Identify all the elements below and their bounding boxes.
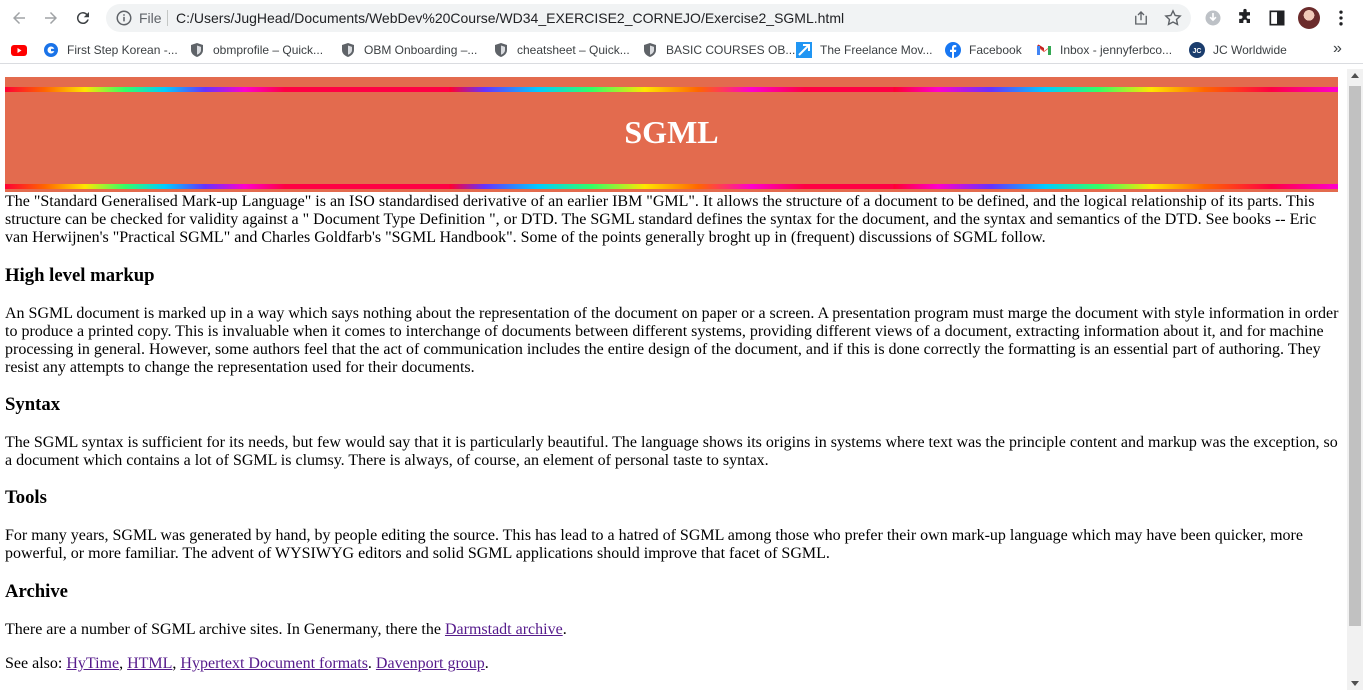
page-title: SGML — [624, 114, 719, 150]
shield-icon — [342, 43, 354, 57]
arrow-right-icon — [45, 12, 57, 24]
bookmark-jc-worldwide[interactable]: JC JC Worldwide — [1189, 41, 1287, 59]
section-heading-tools: Tools — [5, 487, 47, 508]
freelance-icon — [796, 42, 812, 58]
see-also-paragraph: See also: HyTime, HTML, Hypertext Docume… — [5, 655, 1339, 673]
url-text[interactable]: C:/Users/JugHead/Documents/WebDev%20Cour… — [176, 10, 844, 26]
see-also-separator: , — [119, 655, 128, 672]
intro-paragraph: The "Standard Generalised Mark-up Langua… — [5, 193, 1317, 246]
bookmark-label: BASIC COURSES OB... — [666, 43, 796, 57]
bookmark-gmail-inbox[interactable]: Inbox - jennyferbco... — [1036, 41, 1172, 59]
bookmark-cheatsheet[interactable]: cheatsheet – Quick... — [493, 41, 630, 59]
bookmark-obm-onboarding[interactable]: OBM Onboarding –... — [340, 41, 477, 59]
facebook-icon — [945, 42, 961, 58]
star-icon[interactable] — [1163, 8, 1183, 28]
page-header-banner: SGML — [5, 77, 1338, 192]
vertical-scrollbar[interactable] — [1347, 69, 1363, 690]
archive-text-after: . — [562, 621, 567, 638]
bookmark-freelance[interactable]: The Freelance Mov... — [796, 41, 933, 59]
bookmark-obmprofile[interactable]: obmprofile – Quick... — [189, 41, 323, 59]
bookmark-label: First Step Korean -... — [67, 43, 178, 57]
section-text-syntax: The SGML syntax is sufficient for its ne… — [5, 434, 1338, 469]
bookmark-label: The Freelance Mov... — [820, 43, 933, 57]
forward-button[interactable] — [39, 7, 63, 29]
extensions-icon[interactable] — [1235, 8, 1255, 28]
scroll-down-arrow-icon[interactable] — [1351, 681, 1359, 686]
rainbow-rule-top — [5, 87, 1338, 92]
youtube-icon — [11, 45, 27, 56]
gmail-icon — [1037, 44, 1051, 55]
section-text-tools: For many years, SGML was generated by ha… — [5, 527, 1303, 562]
hytime-link[interactable]: HyTime — [66, 655, 119, 672]
scroll-up-arrow-icon[interactable] — [1351, 73, 1359, 78]
bookmark-basic-courses[interactable]: BASIC COURSES OB... — [642, 41, 795, 59]
scrollbar-thumb[interactable] — [1349, 86, 1361, 626]
bookmarks-overflow-button[interactable]: » — [1333, 40, 1342, 58]
bookmarks-bar: First Step Korean -... obmprofile – Quic… — [0, 36, 1363, 64]
browser-toolbar: File C:/Users/JugHead/Documents/WebDev%2… — [0, 0, 1363, 36]
bookmark-label: cheatsheet – Quick... — [517, 43, 630, 57]
bookmark-label: Facebook — [969, 43, 1022, 57]
profile-avatar[interactable] — [1298, 7, 1320, 29]
download-icon[interactable] — [1203, 8, 1223, 28]
section-heading-archive: Archive — [5, 581, 68, 602]
arrow-left-icon — [13, 12, 25, 24]
see-also-suffix: . — [484, 655, 489, 672]
see-also-prefix: See also: — [5, 655, 67, 672]
svg-text:JC: JC — [1193, 48, 1202, 55]
address-bar[interactable]: File C:/Users/JugHead/Documents/WebDev%2… — [106, 4, 1191, 32]
reload-icon — [76, 12, 89, 25]
archive-text-before: There are a number of SGML archive sites… — [5, 621, 445, 638]
bookmark-label: Inbox - jennyferbco... — [1060, 43, 1173, 57]
section-heading-syntax: Syntax — [5, 394, 61, 415]
shield-icon — [191, 43, 203, 57]
rainbow-rule-bottom — [5, 184, 1338, 189]
bookmark-first-step-korean[interactable]: First Step Korean -... — [43, 41, 178, 59]
jc-icon: JC — [1189, 42, 1205, 58]
html-link[interactable]: HTML — [127, 655, 172, 672]
section-text-high-level-markup: An SGML document is marked up in a way w… — [5, 305, 1339, 376]
info-icon[interactable] — [115, 9, 133, 27]
back-button[interactable] — [7, 7, 31, 29]
share-icon[interactable] — [1132, 9, 1150, 27]
file-label: File — [139, 10, 162, 26]
section-heading-high-level-markup: High level markup — [5, 265, 155, 286]
see-also-separator: . — [367, 655, 376, 672]
shield-icon — [644, 43, 656, 57]
hypertext-document-formats-link[interactable]: Hypertext Document formats — [180, 655, 368, 672]
darmstadt-archive-link[interactable]: Darmstadt archive — [445, 621, 563, 638]
shield-icon — [495, 43, 507, 57]
bookmark-label: JC Worldwide — [1213, 43, 1287, 57]
section-text-archive: There are a number of SGML archive sites… — [5, 621, 1339, 639]
page-viewport: SGML The "Standard Generalised Mark-up L… — [0, 69, 1346, 690]
bookmark-facebook[interactable]: Facebook — [945, 41, 1022, 59]
bookmark-youtube[interactable] — [11, 41, 35, 59]
bookmark-label: obmprofile – Quick... — [213, 43, 324, 57]
google-icon — [44, 43, 58, 57]
reload-button[interactable] — [71, 7, 95, 29]
menu-kebab-icon[interactable] — [1331, 8, 1351, 28]
davenport-group-link[interactable]: Davenport group — [376, 655, 485, 672]
article-content: The "Standard Generalised Mark-up Langua… — [5, 193, 1339, 673]
bookmark-label: OBM Onboarding –... — [364, 43, 478, 57]
omnibox-divider — [167, 10, 168, 26]
side-panel-icon[interactable] — [1267, 8, 1287, 28]
